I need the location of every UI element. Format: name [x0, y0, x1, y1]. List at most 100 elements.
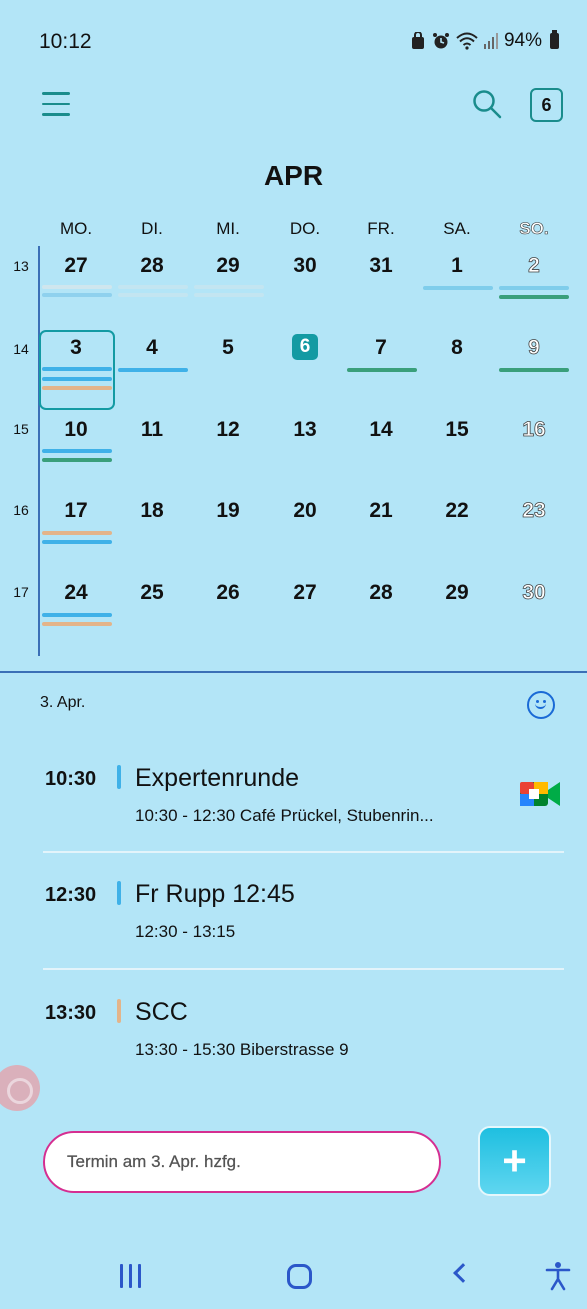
weekday-sun: SO.	[519, 219, 549, 239]
accessibility-icon[interactable]	[545, 1261, 571, 1291]
google-meet-icon	[520, 782, 560, 806]
status-time: 10:12	[39, 30, 92, 53]
floating-camera-icon[interactable]	[0, 1065, 40, 1111]
today-button[interactable]: 6	[530, 88, 563, 122]
smiley-icon[interactable]	[527, 691, 555, 719]
event-separator	[43, 851, 564, 853]
agenda-event[interactable]: 10:30 Expertenrunde 10:30 - 12:30 Café P…	[0, 756, 587, 866]
calendar-day[interactable]: 12	[190, 418, 266, 442]
calendar-day[interactable]: 22	[419, 499, 495, 523]
calendar-day[interactable]: 23	[496, 499, 572, 523]
event-bar	[42, 458, 112, 462]
event-bar	[347, 368, 417, 372]
event-bar	[499, 368, 569, 372]
calendar-day[interactable]: 8	[419, 336, 495, 360]
agenda-event[interactable]: 12:30 Fr Rupp 12:45 12:30 - 13:15	[0, 870, 587, 980]
recent-apps-icon[interactable]	[120, 1264, 150, 1288]
calendar-day[interactable]: 19	[190, 499, 266, 523]
event-color-stripe	[117, 881, 121, 905]
calendar-day[interactable]: 27	[267, 581, 343, 605]
calendar-day[interactable]: 17	[38, 499, 114, 523]
event-bar	[499, 295, 569, 299]
vpn-icon	[411, 32, 424, 49]
weekday-mon: MO.	[59, 219, 93, 238]
calendar-day[interactable]: 20	[267, 499, 343, 523]
menu-button[interactable]	[42, 92, 70, 118]
calendar-day[interactable]: 11	[114, 418, 190, 442]
agenda-date: 3. Apr.	[40, 694, 86, 711]
quick-add-input[interactable]: Termin am 3. Apr. hzfg.	[43, 1131, 441, 1193]
agenda-event[interactable]: 13:30 SCC 13:30 - 15:30 Biberstrasse 9	[0, 988, 587, 1098]
week-number: 14	[13, 341, 29, 357]
event-time: 13:30	[45, 1002, 97, 1024]
week-number: 13	[13, 258, 29, 274]
event-bar	[42, 540, 112, 544]
event-bar	[42, 377, 112, 381]
calendar-day[interactable]: 29	[190, 254, 266, 278]
event-time: 12:30	[45, 884, 97, 906]
calendar-day[interactable]: 5	[190, 336, 266, 360]
event-bar	[499, 286, 569, 290]
weekday-wed: MI.	[216, 219, 240, 238]
calendar-day[interactable]: 4	[114, 336, 190, 360]
battery-icon	[550, 30, 559, 49]
event-separator	[43, 968, 564, 970]
calendar-day[interactable]: 7	[343, 336, 419, 360]
status-icons: 94%	[410, 30, 559, 52]
battery-percent: 94%	[503, 30, 542, 51]
week-number: 17	[13, 584, 29, 600]
event-bar	[42, 367, 112, 371]
event-title: Expertenrunde	[135, 764, 300, 792]
event-subtitle: 10:30 - 12:30 Café Prückel, Stubenrin...	[135, 806, 434, 825]
calendar-agenda-divider	[0, 671, 587, 673]
calendar-day[interactable]: 27	[38, 254, 114, 278]
calendar-day[interactable]: 2	[496, 254, 572, 278]
event-bar	[194, 293, 264, 297]
weekday-tue: DI.	[141, 219, 163, 238]
calendar-day[interactable]: 31	[343, 254, 419, 278]
calendar-day[interactable]: 21	[343, 499, 419, 523]
weekday-fri: FR.	[367, 219, 395, 238]
calendar-day[interactable]: 28	[343, 581, 419, 605]
calendar-day[interactable]: 28	[114, 254, 190, 278]
calendar-day[interactable]: 14	[343, 418, 419, 442]
event-subtitle: 12:30 - 13:15	[135, 922, 236, 941]
search-icon[interactable]	[472, 89, 502, 119]
wifi-icon	[456, 32, 478, 50]
event-subtitle: 13:30 - 15:30 Biberstrasse 9	[135, 1040, 349, 1059]
calendar-day[interactable]: 15	[419, 418, 495, 442]
home-icon[interactable]	[287, 1264, 312, 1289]
event-bar	[42, 531, 112, 535]
alarm-icon	[432, 33, 449, 49]
event-time: 10:30	[45, 768, 97, 790]
add-event-button[interactable]: +	[478, 1126, 551, 1196]
calendar-day[interactable]: 30	[496, 581, 572, 605]
event-bar	[42, 613, 112, 617]
event-bar	[42, 449, 112, 453]
calendar-day[interactable]: 30	[267, 254, 343, 278]
event-bar	[118, 285, 188, 289]
calendar-day[interactable]: 25	[114, 581, 190, 605]
calendar-day[interactable]: 24	[38, 581, 114, 605]
back-icon[interactable]	[453, 1263, 473, 1283]
week-number: 16	[13, 502, 29, 518]
calendar-day-selected[interactable]: 3	[38, 336, 114, 360]
weekday-thu: DO.	[289, 219, 321, 238]
calendar-day[interactable]: 26	[190, 581, 266, 605]
event-bar	[118, 368, 188, 372]
calendar-day-today[interactable]: 6	[267, 334, 343, 360]
month-title: APR	[263, 160, 324, 191]
event-bar	[42, 622, 112, 626]
signal-icon	[483, 33, 498, 49]
calendar-day[interactable]: 29	[419, 581, 495, 605]
calendar-day[interactable]: 13	[267, 418, 343, 442]
today-chip: 6	[292, 334, 318, 360]
event-bar	[42, 386, 112, 390]
calendar-day[interactable]: 9	[496, 336, 572, 360]
event-title: Fr Rupp 12:45	[135, 880, 295, 908]
event-color-stripe	[117, 999, 121, 1023]
calendar-day[interactable]: 18	[114, 499, 190, 523]
calendar-day[interactable]: 10	[38, 418, 114, 442]
calendar-day[interactable]: 1	[419, 254, 495, 278]
calendar-day[interactable]: 16	[496, 418, 572, 442]
